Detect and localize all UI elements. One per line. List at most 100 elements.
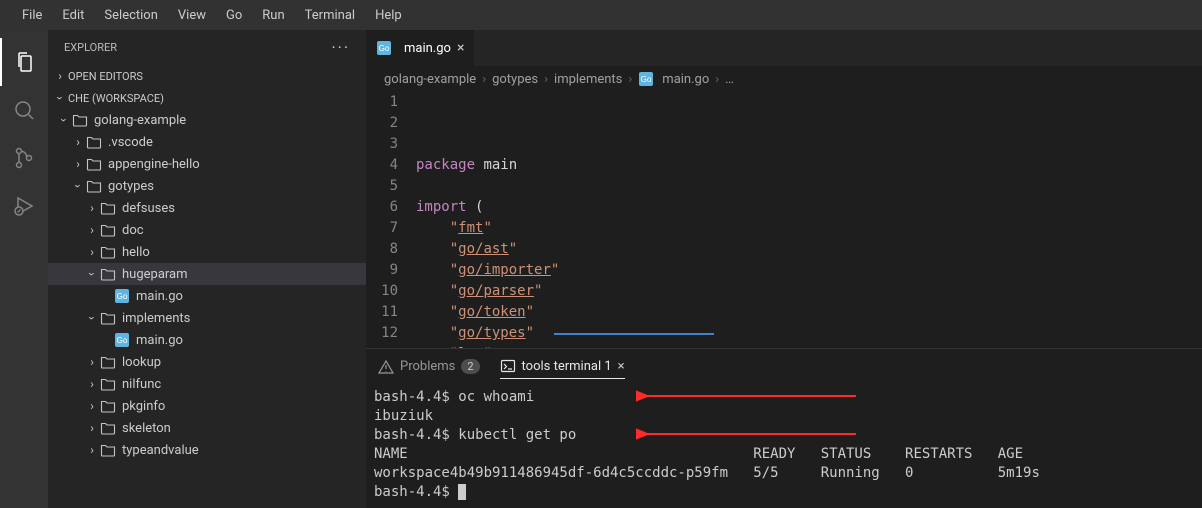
close-icon[interactable]: × — [618, 359, 625, 374]
tree-item-label: lookup — [122, 355, 161, 370]
folder-icon — [86, 156, 102, 172]
warning-icon — [378, 359, 394, 375]
chevron-right-icon: › — [84, 399, 100, 413]
folder-golang-example[interactable]: › golang-example — [48, 109, 366, 131]
tree-item-label: defsuses — [122, 201, 175, 216]
folder-hello[interactable]: ›hello — [48, 241, 366, 263]
tree-item-label: skeleton — [122, 421, 171, 436]
main-area: EXPLORER ··· › OPEN EDITORS › CHE (WORKS… — [0, 30, 1202, 508]
breadcrumb-item[interactable]: golang-example — [384, 72, 476, 87]
go-file-icon: Go — [638, 71, 654, 87]
tab-main-go[interactable]: Go main.go × — [366, 30, 475, 66]
activity-bar — [0, 30, 48, 508]
code-line: package main — [416, 155, 1202, 176]
tree-item-label: golang-example — [94, 113, 186, 128]
chevron-down-icon: › — [85, 266, 99, 282]
menubar: FileEditSelectionViewGoRunTerminalHelp — [0, 0, 1202, 30]
file-main-go[interactable]: Go main.go — [48, 329, 366, 351]
folder-icon — [72, 112, 88, 128]
chevron-right-icon: › — [715, 72, 719, 87]
folder-typeandvalue[interactable]: › typeandvalue — [48, 439, 366, 461]
folder-implements[interactable]: ›implements — [48, 307, 366, 329]
folder-icon — [100, 222, 116, 238]
terminal-output[interactable]: bash-4.4$ oc whoami ibuziuk bash-4.4$ ku… — [366, 384, 1202, 508]
close-icon[interactable]: × — [457, 40, 464, 56]
svg-text:Go: Go — [641, 75, 652, 84]
open-editors-section[interactable]: › OPEN EDITORS — [48, 65, 366, 87]
folder-gotypes[interactable]: ›gotypes — [48, 175, 366, 197]
tree-item-label: typeandvalue — [122, 443, 199, 458]
menu-go[interactable]: Go — [216, 2, 252, 29]
chevron-right-icon: › — [628, 72, 632, 87]
folder-icon — [100, 398, 116, 414]
menu-run[interactable]: Run — [252, 2, 294, 29]
menu-selection[interactable]: Selection — [94, 2, 167, 29]
code-line: import ( — [416, 197, 1202, 218]
code-line: "go/parser" — [416, 281, 1202, 302]
terminal-label: tools terminal 1 — [522, 359, 612, 374]
tree-item-label: main.go — [136, 289, 183, 304]
folder--vscode[interactable]: ›.vscode — [48, 131, 366, 153]
explorer-label: EXPLORER — [64, 41, 117, 54]
breadcrumb-item[interactable]: … — [725, 72, 734, 87]
breadcrumb-item[interactable]: main.go — [662, 72, 709, 87]
chevron-right-icon: › — [84, 443, 100, 457]
tree-item-label: .vscode — [108, 135, 153, 150]
terminal-tab[interactable]: tools terminal 1 × — [500, 354, 625, 379]
menu-view[interactable]: View — [168, 2, 216, 29]
menu-help[interactable]: Help — [365, 2, 412, 29]
workspace-section[interactable]: › CHE (WORKSPACE) — [48, 87, 366, 109]
explorer-activity-icon[interactable] — [0, 38, 48, 86]
search-activity-icon[interactable] — [0, 86, 48, 134]
breadcrumb-item[interactable]: implements — [554, 72, 622, 87]
folder-pkginfo[interactable]: ›pkginfo — [48, 395, 366, 417]
folder-icon — [86, 178, 102, 194]
breadcrumb-item[interactable]: gotypes — [492, 72, 538, 87]
editor-tabs: Go main.go × — [366, 30, 1202, 66]
open-editors-label: OPEN EDITORS — [68, 70, 143, 83]
file-main-go[interactable]: Go main.go — [48, 285, 366, 307]
folder-icon — [100, 244, 116, 260]
chevron-down-icon: › — [57, 112, 71, 128]
folder-hugeparam[interactable]: ›hugeparam — [48, 263, 366, 285]
problems-count-badge: 2 — [461, 359, 479, 374]
chevron-right-icon: › — [544, 72, 548, 87]
menu-file[interactable]: File — [12, 2, 52, 29]
terminal-cursor — [458, 484, 466, 500]
terminal-icon — [500, 358, 516, 374]
more-icon[interactable]: ··· — [331, 38, 350, 57]
scm-activity-icon[interactable] — [0, 134, 48, 182]
folder-icon — [100, 200, 116, 216]
folder-defsuses[interactable]: › defsuses — [48, 197, 366, 219]
tree-item-label: main.go — [136, 333, 183, 348]
folder-nilfunc[interactable]: ›nilfunc — [48, 373, 366, 395]
chevron-right-icon: › — [84, 245, 100, 259]
menu-edit[interactable]: Edit — [52, 2, 94, 29]
svg-text:Go: Go — [117, 336, 128, 345]
chevron-right-icon: › — [52, 69, 68, 83]
breadcrumb[interactable]: golang-example › gotypes › implements › Go main… — [366, 66, 1202, 92]
menu-terminal[interactable]: Terminal — [295, 2, 365, 29]
editor-group: Go main.go × golang-example › gotypes › impl… — [366, 30, 1202, 508]
folder-icon — [86, 134, 102, 150]
code-line: "go/importer" — [416, 260, 1202, 281]
go-file-icon: Go — [114, 288, 130, 304]
folder-appengine-hello[interactable]: ›appengine-hello — [48, 153, 366, 175]
code-content[interactable]: package main import ( "fmt" "go/ast" "go… — [416, 92, 1202, 348]
debug-activity-icon[interactable] — [0, 182, 48, 230]
folder-lookup[interactable]: ›lookup — [48, 351, 366, 373]
tree-item-label: implements — [122, 311, 190, 326]
code-line: "go/token" — [416, 302, 1202, 323]
tree-item-label: appengine-hello — [108, 157, 200, 172]
problems-label: Problems — [400, 359, 455, 374]
chevron-down-icon: › — [53, 90, 67, 106]
folder-skeleton[interactable]: ›skeleton — [48, 417, 366, 439]
folder-doc[interactable]: ›doc — [48, 219, 366, 241]
chevron-right-icon: › — [84, 201, 100, 215]
code-editor[interactable]: 123456789101112 package main import ( "f… — [366, 92, 1202, 348]
code-line: "go/types" — [416, 323, 1202, 344]
problems-tab[interactable]: Problems 2 — [378, 355, 480, 379]
code-line: "go/ast" — [416, 239, 1202, 260]
sidebar: EXPLORER ··· › OPEN EDITORS › CHE (WORKS… — [48, 30, 366, 508]
sidebar-title: EXPLORER ··· — [48, 30, 366, 65]
